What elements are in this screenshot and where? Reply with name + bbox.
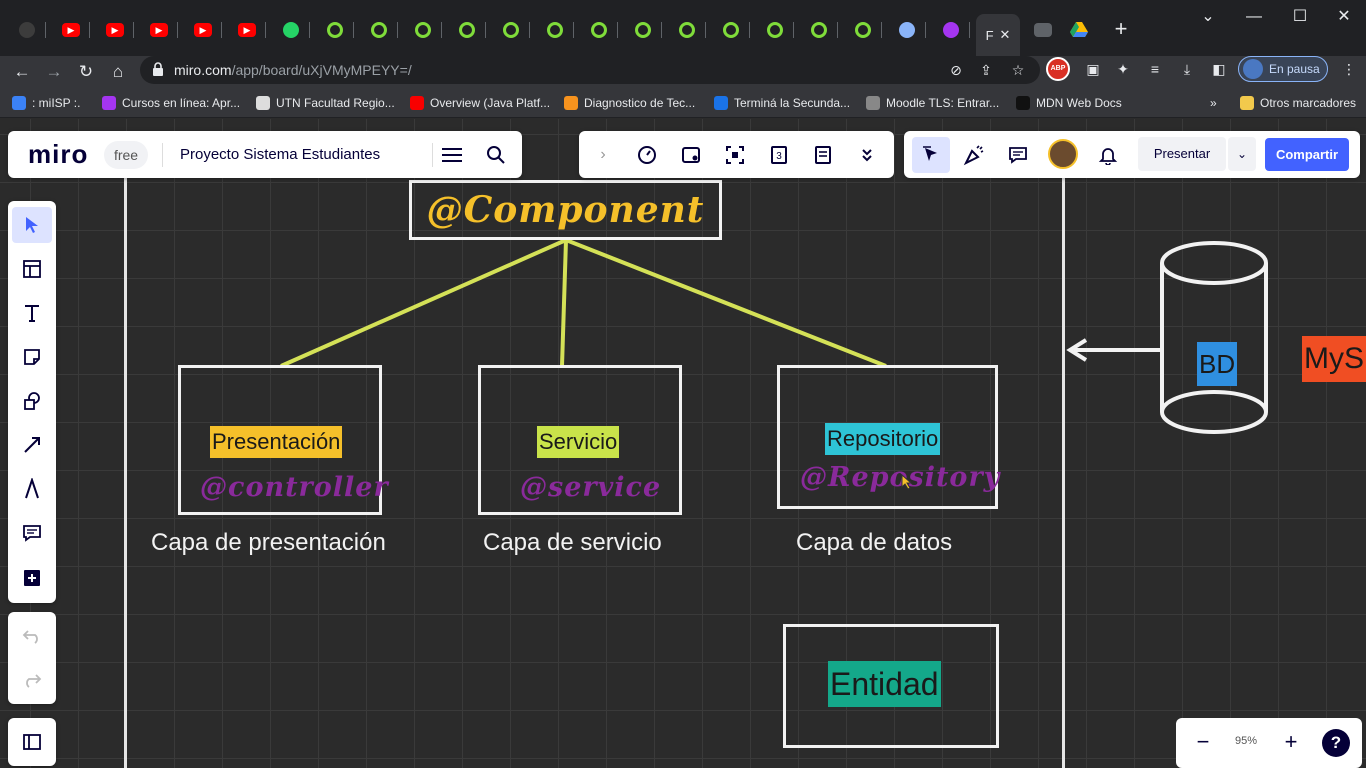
servicio-tag[interactable]: Servicio bbox=[537, 426, 620, 458]
text-tool-icon[interactable] bbox=[12, 295, 52, 331]
sidebar-toggle-icon[interactable] bbox=[12, 724, 52, 760]
db-cylinder-bottom bbox=[1160, 411, 1268, 434]
add-apps-icon[interactable] bbox=[12, 559, 52, 595]
more-tools-icon[interactable] bbox=[853, 141, 881, 169]
controller-annotation[interactable]: @controller bbox=[200, 472, 389, 503]
undo-icon[interactable] bbox=[12, 618, 52, 654]
svg-text:3: 3 bbox=[776, 151, 782, 162]
present-options-chevron-icon[interactable]: ⌄ bbox=[1228, 137, 1256, 171]
comments-icon[interactable] bbox=[1004, 141, 1032, 169]
timer-icon[interactable] bbox=[633, 141, 661, 169]
service-annotation[interactable]: @service bbox=[520, 472, 661, 503]
miro-logo[interactable]: miro bbox=[28, 139, 88, 170]
header-divider bbox=[162, 143, 163, 167]
entidad-tag[interactable]: Entidad bbox=[828, 661, 941, 707]
undo-redo-panel bbox=[8, 612, 56, 704]
db-tag[interactable]: BD bbox=[1197, 342, 1238, 386]
left-toolbar bbox=[8, 201, 56, 603]
share-button[interactable]: Compartir bbox=[1265, 138, 1349, 171]
zoom-out-icon[interactable]: − bbox=[1190, 730, 1216, 756]
caption-presentacion[interactable]: Capa de presentación bbox=[151, 529, 386, 557]
presentacion-tag[interactable]: Presentación bbox=[210, 426, 343, 458]
comment-tool-icon[interactable] bbox=[12, 515, 52, 551]
counter-icon[interactable]: 3 bbox=[765, 141, 793, 169]
entidad-tag-label: Entidad bbox=[830, 666, 939, 702]
presentacion-tag-label: Presentación bbox=[212, 429, 341, 454]
db-cylinder-bottom-back bbox=[1160, 390, 1268, 413]
plan-badge[interactable]: free bbox=[104, 141, 148, 169]
mysql-tag[interactable]: MyS bbox=[1302, 336, 1366, 382]
notifications-bell-icon[interactable] bbox=[1094, 141, 1122, 169]
component-title-box[interactable]: @Component bbox=[409, 180, 722, 240]
component-title: @Component bbox=[426, 189, 705, 231]
redo-icon[interactable] bbox=[12, 662, 52, 698]
shapes-tool-icon[interactable] bbox=[12, 383, 52, 419]
pen-tool-icon[interactable] bbox=[12, 471, 52, 507]
search-icon[interactable] bbox=[482, 141, 510, 169]
present-button[interactable]: Presentar bbox=[1138, 137, 1226, 171]
templates-tool-icon[interactable] bbox=[12, 251, 52, 287]
help-icon[interactable]: ? bbox=[1322, 729, 1350, 757]
reactions-icon[interactable] bbox=[960, 141, 988, 169]
db-cylinder-top[interactable] bbox=[1160, 241, 1268, 285]
repositorio-tag-label: Repositorio bbox=[827, 426, 939, 451]
select-tool-icon[interactable] bbox=[12, 207, 52, 243]
connector-to-servicio[interactable] bbox=[560, 239, 568, 367]
zoom-panel: − 95% + ? bbox=[1176, 718, 1362, 768]
collapse-chevron-icon[interactable]: › bbox=[589, 141, 617, 169]
sticky-note-tool-icon[interactable] bbox=[677, 141, 705, 169]
main-menu-icon[interactable] bbox=[438, 141, 466, 169]
caption-datos[interactable]: Capa de datos bbox=[796, 529, 952, 557]
user-avatar[interactable] bbox=[1048, 139, 1078, 169]
board-panel-toggle[interactable] bbox=[8, 718, 56, 766]
repositorio-tag[interactable]: Repositorio bbox=[825, 423, 941, 455]
mouse-cursor-icon bbox=[901, 474, 913, 490]
caption-servicio[interactable]: Capa de servicio bbox=[483, 529, 662, 557]
mysql-tag-label: MyS bbox=[1304, 342, 1364, 375]
zoom-in-icon[interactable]: + bbox=[1278, 730, 1304, 756]
notes-icon[interactable] bbox=[809, 141, 837, 169]
follow-cursor-icon[interactable] bbox=[912, 137, 950, 173]
servicio-tag-label: Servicio bbox=[539, 429, 618, 454]
miro-board-header: miro free Proyecto Sistema Estudiantes bbox=[8, 131, 522, 178]
connector-to-presentacion[interactable] bbox=[280, 238, 567, 368]
header-divider-2 bbox=[432, 143, 433, 167]
connector-to-repositorio[interactable] bbox=[565, 238, 887, 368]
board-name[interactable]: Proyecto Sistema Estudiantes bbox=[180, 146, 380, 163]
frame-focus-icon[interactable] bbox=[721, 141, 749, 169]
connection-line-tool-icon[interactable] bbox=[12, 427, 52, 463]
sticky-note-icon[interactable] bbox=[12, 339, 52, 375]
db-tag-label: BD bbox=[1199, 349, 1236, 379]
zoom-level[interactable]: 95% bbox=[1226, 735, 1266, 747]
miro-tools-panel: › 3 bbox=[579, 131, 894, 178]
